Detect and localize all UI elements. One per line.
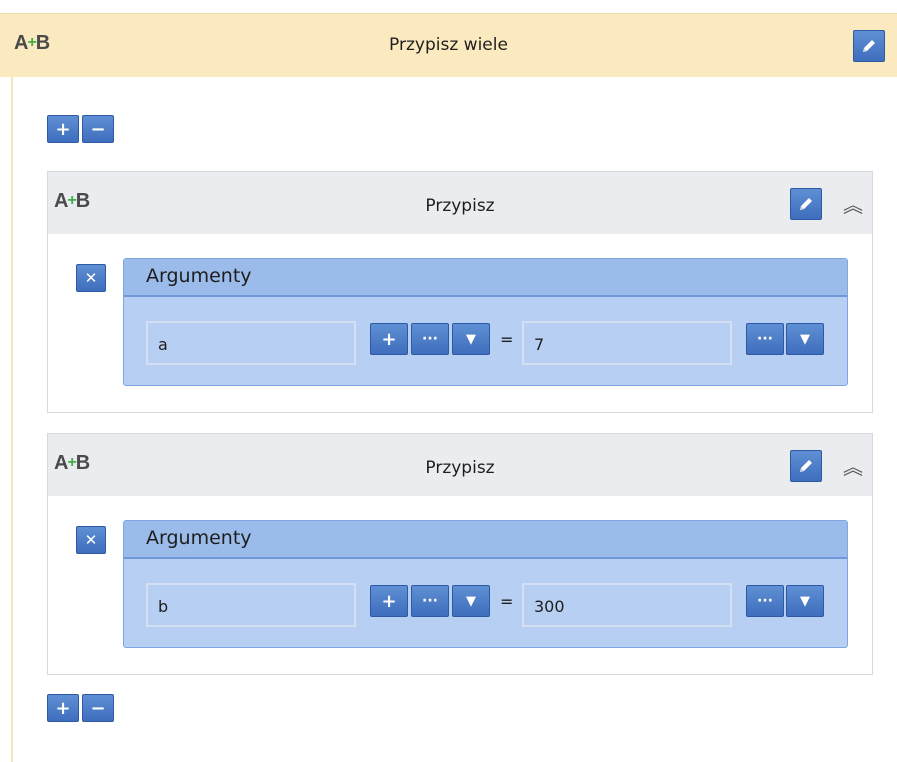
plus-icon: +	[381, 590, 397, 612]
delete-assignment-button[interactable]: ✕	[76, 264, 106, 292]
assignment-title: Przypisz	[425, 458, 495, 478]
arguments-header: Argumenty	[124, 259, 847, 297]
value-more-options-button[interactable]: ···	[746, 323, 784, 355]
ellipsis-icon: ···	[757, 593, 773, 609]
assignment-card-1: A+B Przypisz ︽ ✕ Argumenty a + ··· ▼ = 7…	[47, 171, 873, 413]
plus-icon: +	[55, 697, 71, 719]
minus-icon: −	[90, 118, 106, 140]
equals-sign: =	[500, 330, 514, 349]
arguments-label: Argumenty	[146, 527, 252, 549]
remove-assignment-button-bottom[interactable]: −	[82, 694, 114, 722]
add-assignment-button-bottom[interactable]: +	[47, 694, 79, 722]
chevron-down-icon: ▼	[466, 593, 476, 609]
arguments-panel: Argumenty a + ··· ▼ = 7 ··· ▼	[123, 258, 848, 386]
ellipsis-icon: ···	[757, 331, 773, 347]
chevron-down-icon: ▼	[800, 593, 810, 609]
multi-assign-border	[11, 76, 13, 762]
value-dropdown-button[interactable]: ▼	[786, 323, 824, 355]
remove-assignment-button-top[interactable]: −	[82, 115, 114, 143]
more-options-button[interactable]: ···	[411, 323, 449, 355]
assignment-card-header: A+B Przypisz ︽	[48, 434, 872, 496]
assignment-card-header: A+B Przypisz ︽	[48, 172, 872, 234]
ellipsis-icon: ···	[422, 331, 438, 347]
minus-icon: −	[90, 697, 106, 719]
collapse-chevron-icon[interactable]: ︽	[843, 189, 863, 218]
close-icon: ✕	[84, 269, 98, 287]
multi-assign-header: A+B Przypisz wiele	[0, 13, 897, 77]
dropdown-button[interactable]: ▼	[452, 585, 490, 617]
pencil-icon	[800, 460, 812, 472]
arguments-header: Argumenty	[124, 521, 847, 559]
arguments-label: Argumenty	[146, 265, 252, 287]
pencil-icon	[863, 40, 875, 52]
value-field[interactable]: 7	[522, 321, 732, 365]
chevron-down-icon: ▼	[800, 331, 810, 347]
value-field[interactable]: 300	[522, 583, 732, 627]
dropdown-button[interactable]: ▼	[452, 323, 490, 355]
more-options-button[interactable]: ···	[411, 585, 449, 617]
pencil-icon	[800, 198, 812, 210]
equals-sign: =	[500, 592, 514, 611]
multi-assign-title: Przypisz wiele	[389, 35, 508, 55]
chevron-down-icon: ▼	[466, 331, 476, 347]
add-argument-button[interactable]: +	[370, 585, 408, 617]
add-argument-button[interactable]: +	[370, 323, 408, 355]
edit-button[interactable]	[790, 450, 822, 482]
value-more-options-button[interactable]: ···	[746, 585, 784, 617]
delete-assignment-button[interactable]: ✕	[76, 526, 106, 554]
edit-button[interactable]	[853, 30, 885, 62]
assignment-title: Przypisz	[425, 196, 495, 216]
value-dropdown-button[interactable]: ▼	[786, 585, 824, 617]
plus-icon: +	[55, 118, 71, 140]
ellipsis-icon: ···	[422, 593, 438, 609]
plus-icon: +	[381, 328, 397, 350]
edit-button[interactable]	[790, 188, 822, 220]
close-icon: ✕	[84, 531, 98, 549]
assignment-card-2: A+B Przypisz ︽ ✕ Argumenty b + ··· ▼ = 3…	[47, 433, 873, 675]
arguments-panel: Argumenty b + ··· ▼ = 300 ··· ▼	[123, 520, 848, 648]
variable-field[interactable]: b	[146, 583, 356, 627]
collapse-chevron-icon[interactable]: ︽	[843, 451, 863, 480]
add-assignment-button-top[interactable]: +	[47, 115, 79, 143]
variable-field[interactable]: a	[146, 321, 356, 365]
